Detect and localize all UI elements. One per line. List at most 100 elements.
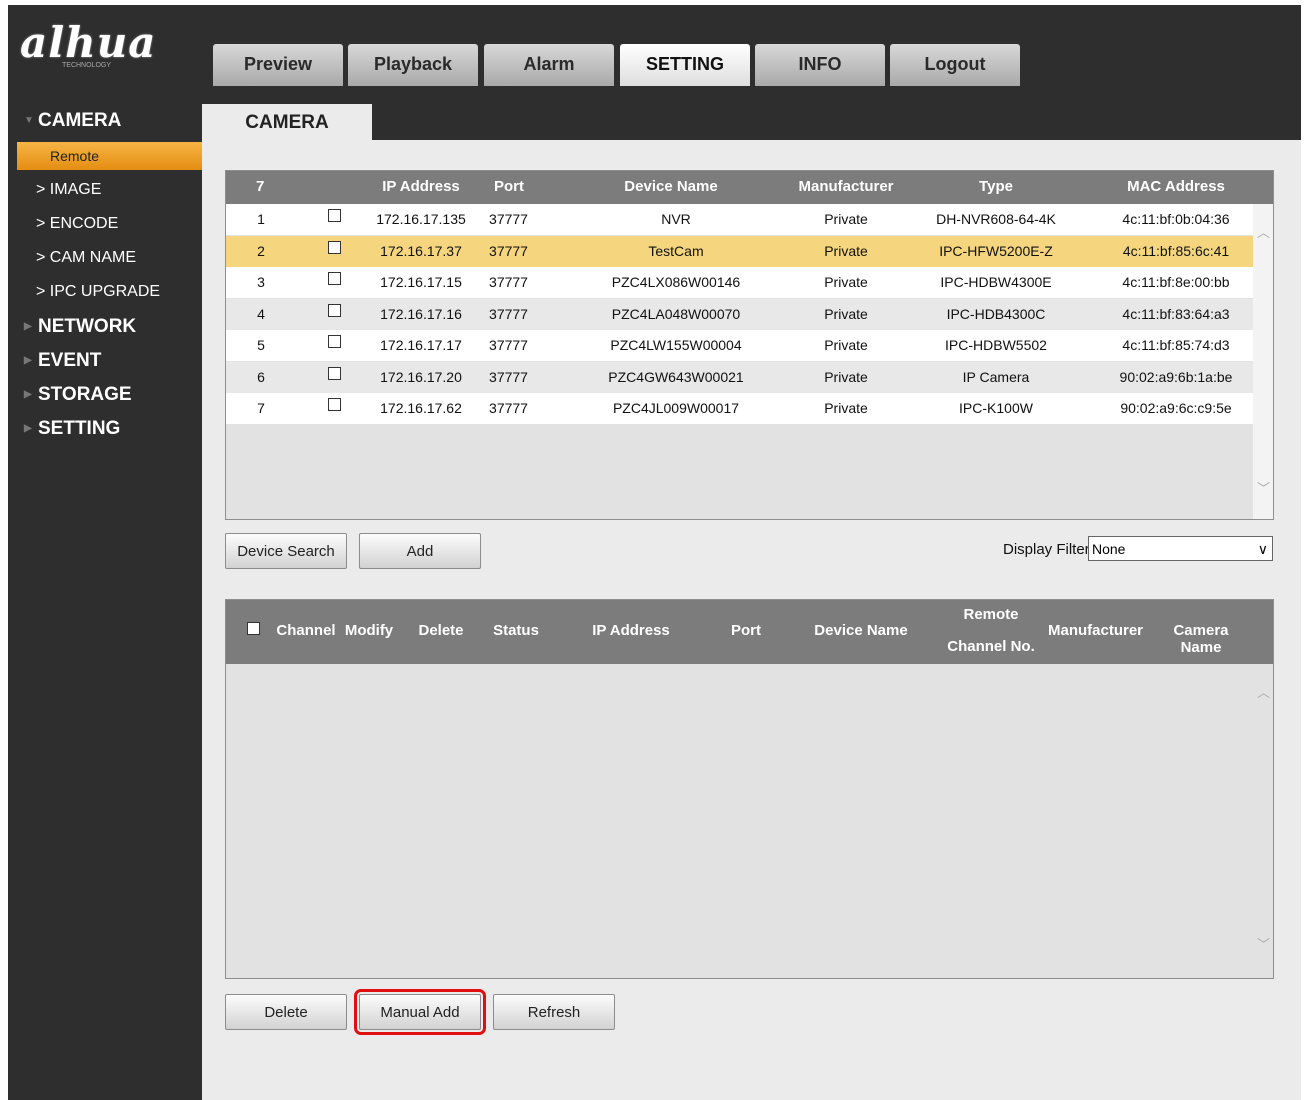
- table-row[interactable]: 3 172.16.17.15 37777 PZC4LX086W00146 Private…: [226, 267, 1253, 298]
- brand-logo: alhua TECHNOLOGY: [20, 18, 170, 78]
- display-filter-select[interactable]: None ∨: [1088, 536, 1273, 561]
- cell-type: IPC-HDBW4300E: [940, 274, 1052, 290]
- cell-mac: 90:02:a9:6b:1a:be: [1119, 368, 1233, 385]
- main-panel: CAMERA 7 IP Address Port Device Name Man…: [202, 100, 1301, 1100]
- add-button[interactable]: Add: [359, 533, 481, 569]
- sidebar-item-label: IMAGE: [49, 181, 102, 198]
- cell-ip: 172.16.17.16: [380, 305, 462, 322]
- chevron-right-icon: >: [36, 249, 50, 266]
- sidebar-item-cam-name[interactable]: > CAM NAME: [8, 244, 202, 272]
- cell-mac: 4c:11:bf:85:6c:41: [1122, 242, 1230, 259]
- sidebar-section-camera[interactable]: ▼ CAMERA: [8, 106, 202, 136]
- row-checkbox[interactable]: [328, 335, 341, 348]
- sidebar-item-ipc-upgrade[interactable]: > IPC UPGRADE: [8, 278, 202, 306]
- cell-manufacturer: Private: [824, 368, 868, 385]
- table-row[interactable]: 6 172.16.17.20 37777 PZC4GW643W00021 Private…: [226, 361, 1253, 393]
- header-port: Port: [731, 622, 761, 639]
- cell-no: 1: [257, 211, 265, 227]
- cell-name: PZC4LA048W00070: [611, 305, 741, 322]
- manual-add-button[interactable]: Manual Add: [354, 989, 486, 1035]
- header-type[interactable]: Type: [946, 178, 1046, 195]
- sidebar-item-image[interactable]: > IMAGE: [8, 176, 202, 204]
- chevron-down-icon: ∨: [1257, 541, 1268, 557]
- header-ip-address[interactable]: IP Address: [376, 178, 466, 195]
- tab-logout[interactable]: Logout: [890, 44, 1020, 86]
- cell-no: 3: [257, 274, 265, 290]
- table-row[interactable]: 5 172.16.17.17 37777 PZC4LW155W00004 Private…: [226, 330, 1253, 361]
- cell-mac: 90:02:a9:6c:c9:5e: [1120, 400, 1232, 416]
- sidebar-section-label: SETTING: [38, 418, 121, 439]
- tab-setting[interactable]: SETTING: [620, 44, 750, 86]
- row-checkbox[interactable]: [328, 398, 341, 411]
- cell-name: NVR: [661, 211, 691, 227]
- table-row[interactable]: 4 172.16.17.16 37777 PZC4LA048W00070 Private…: [226, 298, 1253, 330]
- scrollbar[interactable]: ︿ ﹀: [1253, 204, 1273, 519]
- cell-port: 37777: [489, 211, 528, 227]
- cell-port: 37777: [489, 274, 528, 290]
- row-checkbox[interactable]: [328, 240, 341, 254]
- sidebar-section-event[interactable]: ▶ EVENT: [8, 346, 202, 376]
- scroll-up-icon[interactable]: ︿: [1257, 222, 1270, 241]
- sidebar-item-remote[interactable]: Remote: [17, 142, 202, 170]
- sidebar-section-network[interactable]: ▶ NETWORK: [8, 312, 202, 342]
- scroll-up-icon[interactable]: ︿: [1257, 682, 1270, 701]
- row-checkbox[interactable]: [328, 303, 341, 317]
- sidebar-section-label: CAMERA: [38, 110, 122, 131]
- cell-port: 37777: [489, 242, 528, 259]
- header-channel-no: Channel No.: [947, 638, 1035, 655]
- device-search-button[interactable]: Device Search: [225, 533, 347, 569]
- table-header: 7 IP Address Port Device Name Manufactur…: [226, 171, 1273, 204]
- cell-manufacturer: Private: [824, 242, 868, 259]
- sidebar-section-label: EVENT: [38, 350, 102, 371]
- sidebar-item-encode[interactable]: > ENCODE: [8, 210, 202, 238]
- cell-mac: 4c:11:bf:83:64:a3: [1122, 305, 1230, 322]
- cell-name: PZC4LX086W00146: [611, 274, 741, 290]
- row-checkbox[interactable]: [328, 366, 341, 380]
- cell-name: TestCam: [648, 242, 704, 259]
- delete-button[interactable]: Delete: [225, 994, 347, 1030]
- header-channel: Channel: [276, 622, 336, 639]
- cell-ip: 172.16.17.37: [380, 242, 462, 259]
- sidebar-section-label: NETWORK: [38, 316, 137, 337]
- sidebar: ▼ CAMERA Remote > IMAGE > ENCODE > CAM N…: [8, 100, 202, 1100]
- tab-preview[interactable]: Preview: [213, 44, 343, 86]
- cell-port: 37777: [489, 337, 528, 353]
- header-mac-address[interactable]: MAC Address: [1116, 178, 1236, 195]
- header-device-name[interactable]: Device Name: [606, 178, 736, 195]
- cell-port: 37777: [489, 305, 528, 322]
- expand-triangle-icon: ▶: [24, 423, 32, 434]
- tab-alarm[interactable]: Alarm: [484, 44, 614, 86]
- sidebar-section-setting[interactable]: ▶ SETTING: [8, 414, 202, 444]
- cell-mac: 4c:11:bf:8e:00:bb: [1122, 274, 1230, 290]
- cell-mac: 4c:11:bf:0b:04:36: [1122, 211, 1230, 227]
- table-row[interactable]: 2 172.16.17.37 37777 TestCam Private IPC-HFW5…: [226, 235, 1253, 267]
- cell-manufacturer: Private: [824, 337, 868, 353]
- scrollbar[interactable]: ︿ ﹀: [1253, 664, 1273, 978]
- chevron-right-icon: >: [36, 181, 50, 198]
- sidebar-section-storage[interactable]: ▶ STORAGE: [8, 380, 202, 410]
- tab-info[interactable]: INFO: [755, 44, 885, 86]
- select-all-checkbox[interactable]: [247, 622, 260, 635]
- table-header: Channel Modify Delete Status IP Address …: [226, 600, 1273, 664]
- cell-manufacturer: Private: [824, 400, 868, 416]
- page-tab-camera[interactable]: CAMERA: [202, 104, 372, 140]
- row-checkbox[interactable]: [328, 272, 341, 285]
- cell-name: PZC4GW643W00021: [608, 368, 744, 385]
- row-checkbox[interactable]: [328, 209, 341, 222]
- cell-manufacturer: Private: [824, 211, 868, 227]
- display-filter-value: None: [1092, 541, 1126, 557]
- refresh-button[interactable]: Refresh: [493, 994, 615, 1030]
- scroll-down-icon[interactable]: ﹀: [1257, 934, 1270, 953]
- header-count: 7: [256, 178, 265, 195]
- scroll-down-icon[interactable]: ﹀: [1257, 478, 1270, 497]
- header-manufacturer[interactable]: Manufacturer: [796, 178, 896, 195]
- table-row[interactable]: 7 172.16.17.62 37777 PZC4JL009W00017 Private…: [226, 393, 1253, 424]
- cell-ip: 172.16.17.20: [380, 368, 462, 385]
- cell-type: IPC-HDBW5502: [945, 337, 1047, 353]
- cell-type: IPC-HDB4300C: [946, 305, 1046, 322]
- sidebar-item-label: CAM NAME: [49, 249, 137, 266]
- header-port[interactable]: Port: [484, 178, 534, 195]
- table-row[interactable]: 1 172.16.17.135 37777 NVR Private DH-NVR608-6…: [226, 204, 1253, 235]
- header-ip-address: IP Address: [592, 622, 670, 639]
- tab-playback[interactable]: Playback: [348, 44, 478, 86]
